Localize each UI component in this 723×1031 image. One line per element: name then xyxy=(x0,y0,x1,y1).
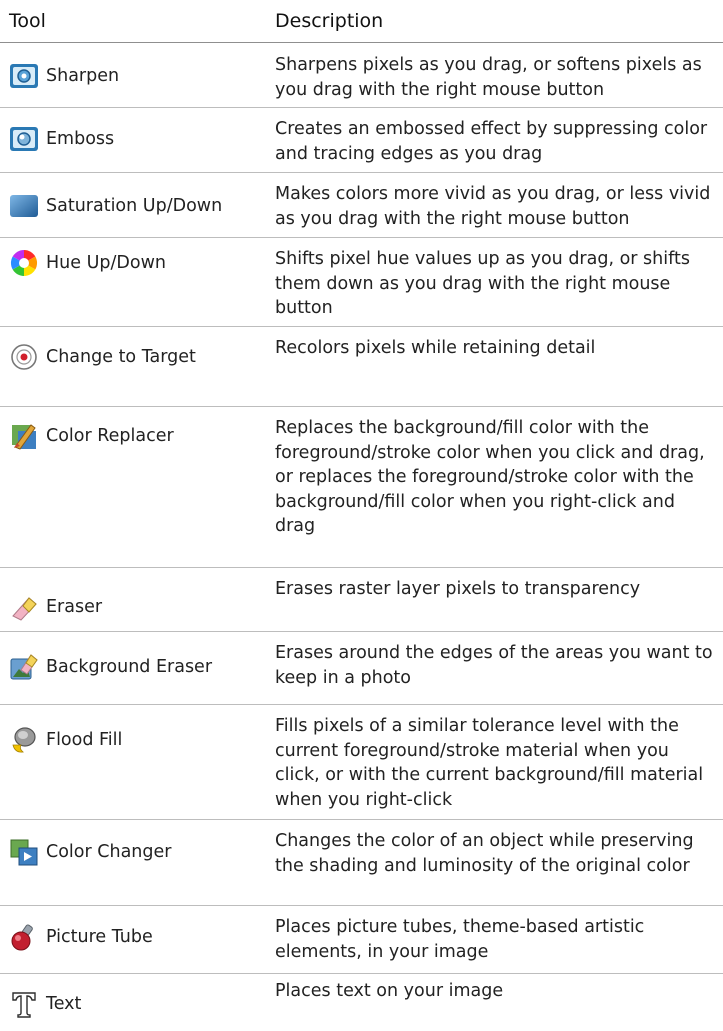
color-replacer-icon xyxy=(12,424,36,450)
background-eraser-icon xyxy=(10,654,38,680)
tool-name: Color Changer xyxy=(46,842,172,862)
tool-cell: Flood Fill xyxy=(9,725,267,755)
text-icon xyxy=(12,992,36,1018)
table-row: Saturation Up/Down Makes colors more viv… xyxy=(0,173,723,237)
table-row: Flood Fill Fills pixels of a similar tol… xyxy=(0,705,723,819)
tool-name: Emboss xyxy=(46,129,115,149)
tool-name: Background Eraser xyxy=(46,657,213,677)
tool-description: Places text on your image xyxy=(275,981,504,1001)
table-row: Color Replacer Replaces the background/f… xyxy=(0,407,723,567)
table-row: Sharpen Sharpens pixels as you drag, or … xyxy=(0,44,723,107)
table-row: Background Eraser Erases around the edge… xyxy=(0,632,723,704)
tool-cell: Hue Up/Down xyxy=(9,248,267,278)
tool-name: Flood Fill xyxy=(46,730,123,750)
tool-cell: Background Eraser xyxy=(9,652,267,682)
tool-name: Hue Up/Down xyxy=(46,253,166,273)
tool-cell: Change to Target xyxy=(9,342,267,372)
table-row: Eraser Erases raster layer pixels to tra… xyxy=(0,568,723,631)
header-description: Description xyxy=(275,10,384,32)
tool-cell: Color Replacer xyxy=(9,421,267,451)
target-icon xyxy=(11,344,37,370)
tool-name: Eraser xyxy=(46,597,103,617)
tool-description: Creates an embossed effect by suppressin… xyxy=(275,119,708,164)
tool-name: Change to Target xyxy=(46,347,196,367)
tool-description: Makes colors more vivid as you drag, or … xyxy=(275,184,711,229)
tool-description: Shifts pixel hue values up as you drag, … xyxy=(275,249,690,318)
tool-description: Places picture tubes, theme-based artist… xyxy=(275,917,645,962)
tool-name: Picture Tube xyxy=(46,927,153,947)
table-row: Hue Up/Down Shifts pixel hue values up a… xyxy=(0,238,723,326)
tool-cell: Saturation Up/Down xyxy=(9,191,267,221)
table-row: Color Changer Changes the color of an ob… xyxy=(0,820,723,905)
tool-cell: Eraser xyxy=(9,592,267,622)
picture-tube-icon xyxy=(11,924,33,951)
tool-description: Changes the color of an object while pre… xyxy=(275,831,694,876)
tool-cell: Text xyxy=(9,989,267,1019)
emboss-icon xyxy=(10,127,38,151)
tool-description: Sharpens pixels as you drag, or softens … xyxy=(275,55,702,100)
table-row: Change to Target Recolors pixels while r… xyxy=(0,327,723,406)
header-tool: Tool xyxy=(9,10,46,32)
saturation-icon xyxy=(10,195,38,217)
tool-description: Erases raster layer pixels to transparen… xyxy=(275,579,641,599)
tool-name: Saturation Up/Down xyxy=(46,196,223,216)
table-row: Emboss Creates an embossed effect by sup… xyxy=(0,108,723,172)
flood-fill-icon xyxy=(12,727,36,753)
header-rule xyxy=(0,42,723,43)
tool-name: Text xyxy=(46,994,82,1014)
color-changer-icon xyxy=(10,839,38,866)
table-row: Text Places text on your image xyxy=(0,974,723,1031)
hue-wheel-icon xyxy=(10,249,38,277)
tool-cell: Sharpen xyxy=(9,61,267,91)
tool-description: Replaces the background/fill color with … xyxy=(275,418,705,536)
tool-cell: Emboss xyxy=(9,124,267,154)
tool-name: Sharpen xyxy=(46,66,120,86)
tool-description: Recolors pixels while retaining detail xyxy=(275,338,596,358)
tool-cell: Color Changer xyxy=(9,837,267,867)
tool-description: Erases around the edges of the areas you… xyxy=(275,643,713,688)
tool-description: Fills pixels of a similar tolerance leve… xyxy=(275,716,704,810)
sharpen-icon xyxy=(10,64,38,88)
eraser-icon xyxy=(12,597,37,621)
tool-cell: Picture Tube xyxy=(9,922,267,952)
table-row: Picture Tube Places picture tubes, theme… xyxy=(0,906,723,973)
tool-name: Color Replacer xyxy=(46,426,174,446)
